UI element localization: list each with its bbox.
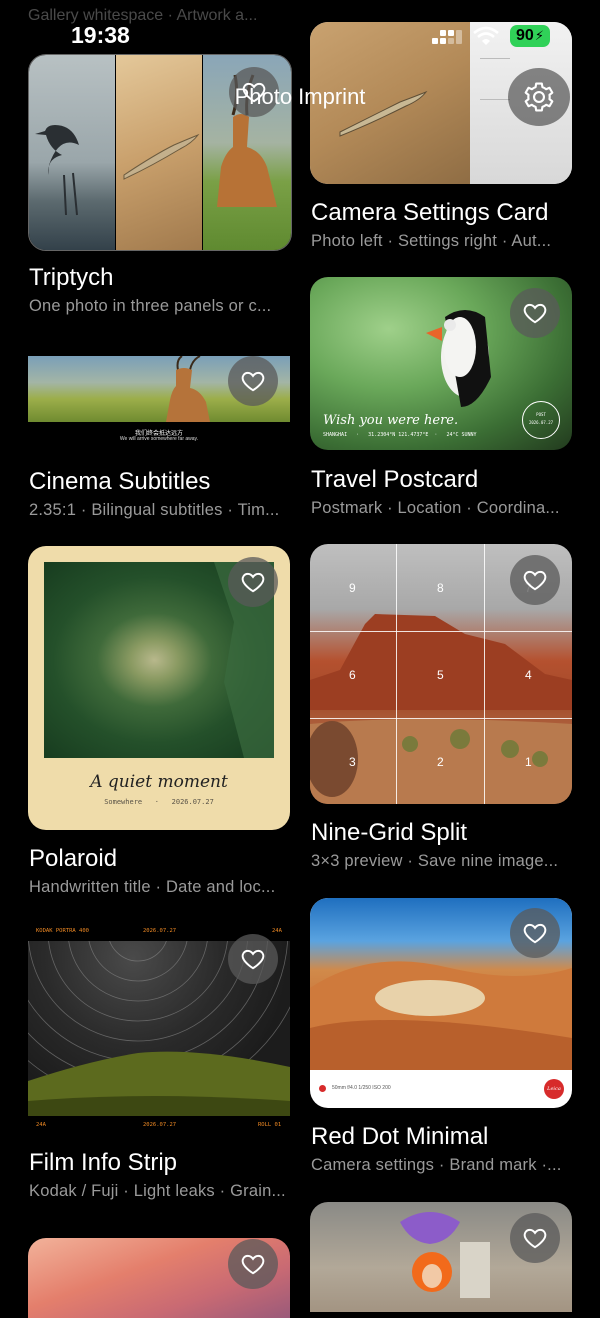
cinema-favorite-button[interactable] — [228, 356, 278, 406]
film-frame-top: 24A — [272, 928, 282, 934]
red-dot-settings-line: 50mm f/4.0 1/250 ISO 200 — [332, 1085, 391, 1091]
camera-settings-subtitle: Photo left · Settings right · Aut... — [311, 232, 552, 250]
polaroid-caption: A quiet moment — [90, 772, 228, 792]
postcard-card[interactable]: Wish you were here. SHANGHAI · 31.2304°N… — [310, 277, 572, 450]
postmark-date: 2026.07.27 — [528, 420, 554, 425]
film-roll: ROLL 01 — [258, 1122, 282, 1128]
nine-grid-card[interactable]: 9 8 7 6 5 4 3 2 1 — [310, 544, 572, 804]
grid-number: 9 — [349, 581, 356, 595]
grid-number: 6 — [349, 668, 356, 682]
charging-bolt-icon: ⚡ — [534, 28, 544, 43]
polaroid-title: Polaroid — [29, 845, 118, 872]
leica-logo-text: Leica — [547, 1086, 561, 1092]
cellular-signal-icon — [432, 28, 464, 46]
film-title: Film Info Strip — [29, 1149, 178, 1176]
triptych-subtitle: One photo in three panels or c... — [29, 297, 272, 315]
polaroid-separator: · — [146, 798, 168, 806]
postcard-title: Travel Postcard — [311, 466, 479, 493]
postmark-circle: POST 2026.07.27 — [522, 401, 560, 439]
film-favorite-button[interactable] — [228, 934, 278, 984]
red-dot-marker — [319, 1085, 326, 1092]
film-subtitle: Kodak / Fuji · Light leaks · Grain... — [29, 1182, 286, 1200]
postcard-favorite-button[interactable] — [510, 288, 560, 338]
cinema-card[interactable]: 我们终会抵达远方 We will arrive somewhere far aw… — [28, 356, 290, 452]
postcard-meta: SHANGHAI · 31.2304°N 121.4737°E · 24°C S… — [323, 432, 477, 438]
red-dot-card[interactable]: 50mm f/4.0 1/250 ISO 200 Leica — [310, 898, 572, 1108]
heart-icon — [241, 371, 265, 392]
gear-icon — [524, 82, 554, 112]
film-date-top: 2026.07.27 — [143, 928, 177, 934]
grid-line-h2 — [310, 718, 572, 719]
polaroid-date: 2026.07.27 — [171, 798, 214, 806]
grid-number: 3 — [349, 755, 356, 769]
grid-line-v1 — [396, 544, 397, 804]
polaroid-subtitle: Handwritten title · Date and loc... — [29, 878, 276, 896]
grid-line-h1 — [310, 631, 572, 632]
battery-indicator: 90 ⚡ — [510, 25, 550, 47]
cinema-subtitle: 2.35:1 · Bilingual subtitles · Tim... — [29, 501, 280, 519]
grid-number: 8 — [437, 581, 444, 595]
postcard-weather: 24°C SUNNY — [446, 432, 477, 438]
sunset-favorite-button[interactable] — [228, 1239, 278, 1289]
film-name: KODAK PORTRA 400 — [36, 928, 89, 934]
postcard-script: Wish you were here. — [323, 413, 459, 428]
postcard-subtitle: Postmark · Location · Coordina... — [311, 499, 560, 517]
grid-number: 4 — [525, 668, 532, 682]
cinema-title: Cinema Subtitles — [29, 468, 211, 495]
heart-icon — [523, 303, 547, 324]
postcard-location: SHANGHAI — [323, 432, 348, 438]
heart-icon — [523, 570, 547, 591]
settings-button[interactable] — [508, 68, 570, 126]
triptych-title: Triptych — [29, 264, 114, 291]
postmark-top: POST — [536, 412, 546, 417]
heart-icon — [523, 923, 547, 944]
grid-number: 5 — [437, 668, 444, 682]
polaroid-favorite-button[interactable] — [228, 557, 278, 607]
polaroid-meta: Somewhere · 2026.07.27 — [28, 798, 290, 806]
red-dot-title: Red Dot Minimal — [311, 1123, 489, 1150]
wifi-icon — [473, 26, 499, 46]
heart-icon — [241, 1254, 265, 1275]
nine-grid-favorite-button[interactable] — [510, 555, 560, 605]
cinema-subtitle-en: We will arrive somewhere far away. — [119, 436, 199, 442]
red-dot-subtitle: Camera settings · Brand mark ·... — [311, 1156, 562, 1174]
heart-icon — [241, 572, 265, 593]
film-date-bottom: 2026.07.27 — [143, 1122, 177, 1128]
header-faded-subtitle: Gallery whitespace · Artwork a... — [28, 7, 258, 24]
leica-logo: Leica — [544, 1079, 564, 1099]
nine-grid-subtitle: 3×3 preview · Save nine image... — [311, 852, 559, 870]
film-frame-bottom: 24A — [36, 1122, 46, 1128]
camera-settings-title: Camera Settings Card — [311, 199, 549, 226]
sunset-card[interactable] — [28, 1238, 290, 1318]
postcard-coords: 31.2304°N 121.4737°E — [368, 432, 429, 438]
portrait-card[interactable] — [310, 1202, 572, 1312]
heart-icon — [241, 949, 265, 970]
red-dot-favorite-button[interactable] — [510, 908, 560, 958]
portrait-favorite-button[interactable] — [510, 1213, 560, 1263]
grid-number: 2 — [437, 755, 444, 769]
battery-level: 90 — [516, 27, 534, 44]
polaroid-location: Somewhere — [104, 798, 143, 806]
polaroid-card[interactable]: A quiet moment Somewhere · 2026.07.27 — [28, 546, 290, 830]
heart-icon — [523, 1228, 547, 1249]
nine-grid-title: Nine-Grid Split — [311, 819, 468, 846]
film-card[interactable]: KODAK PORTRA 400 2026.07.27 24A 24A 2026… — [28, 924, 290, 1136]
grid-line-v2 — [484, 544, 485, 804]
status-time: 19:38 — [71, 22, 130, 48]
grid-number: 1 — [525, 755, 532, 769]
